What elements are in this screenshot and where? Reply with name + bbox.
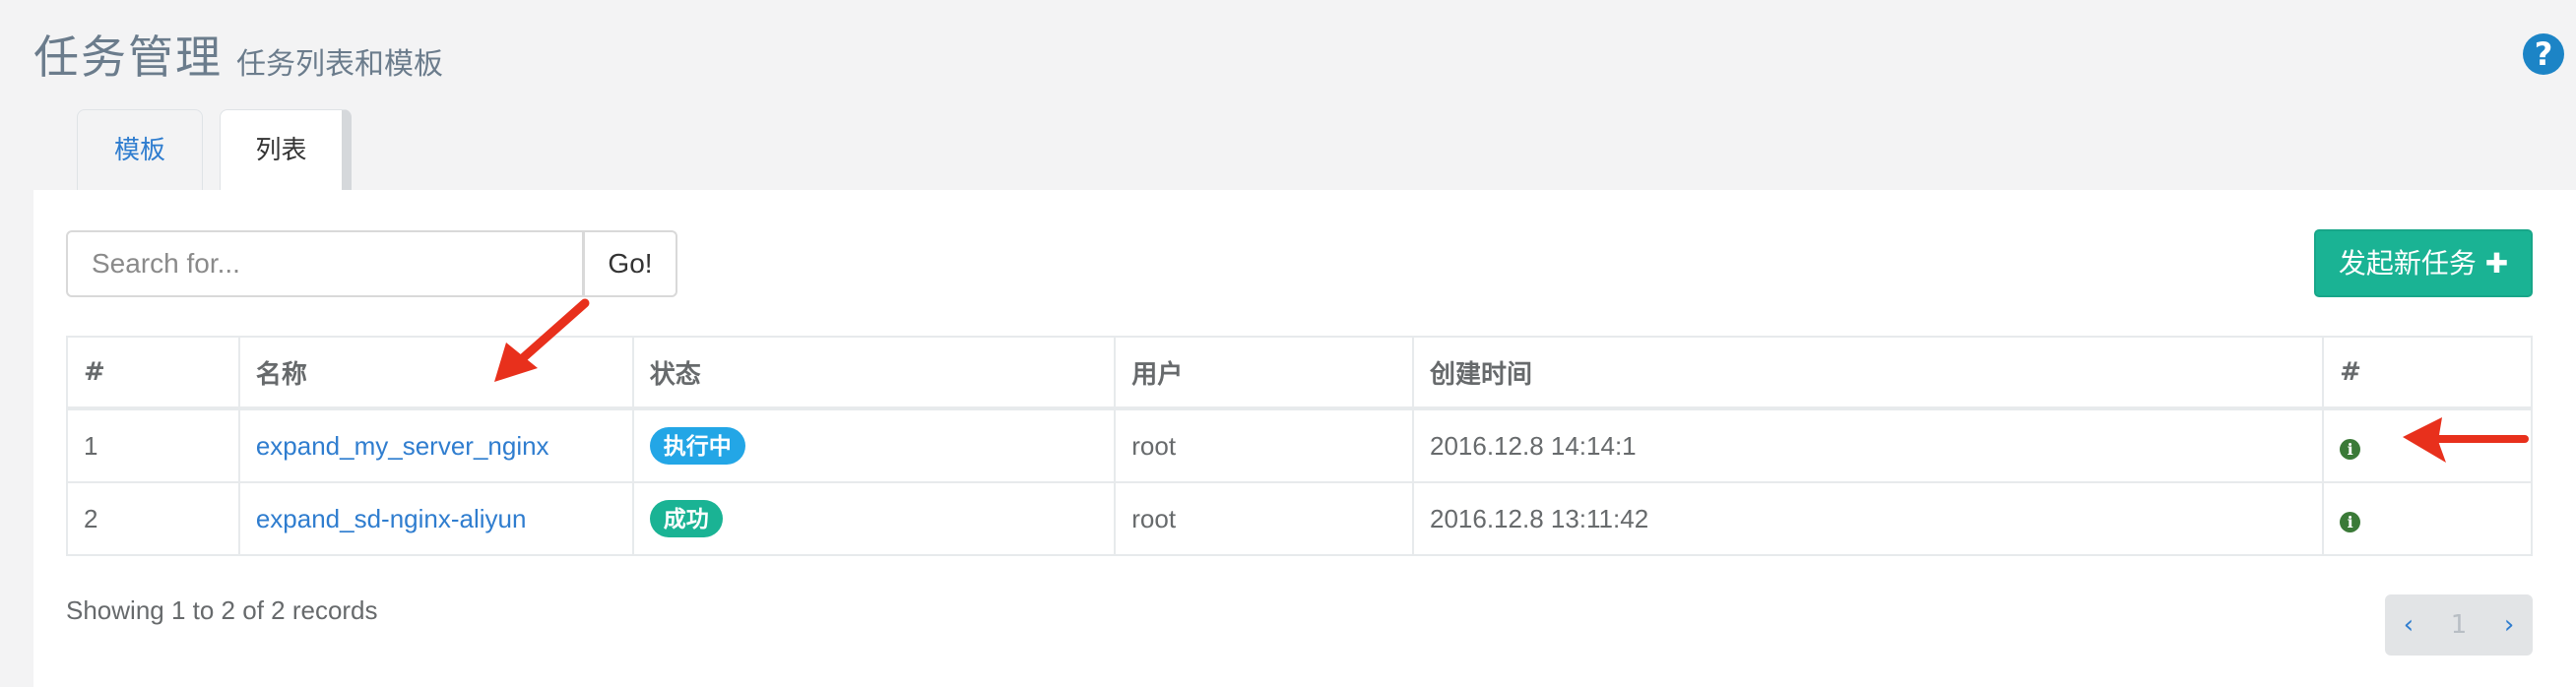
tab-list[interactable]: 列表 [220, 109, 352, 192]
page-title: 任务管理 [33, 31, 223, 84]
help-icon[interactable]: ? [2523, 33, 2564, 75]
annotation-arrow-right-icon [2403, 417, 2529, 463]
current-page[interactable]: 1 [2451, 610, 2468, 640]
info-icon[interactable]: i [2340, 438, 2361, 460]
task-table: # 名称 状态 用户 创建时间 # 1 expand_my_server_ngi… [66, 336, 2533, 556]
tab-template[interactable]: 模板 [77, 109, 203, 190]
column-header-user[interactable]: 用户 [1114, 336, 1414, 410]
records-summary: Showing 1 to 2 of 2 records [66, 595, 378, 625]
row-id: 2 [66, 481, 240, 556]
task-name-link[interactable]: expand_my_server_nginx [256, 431, 549, 461]
tab-list-label: 列表 [255, 136, 307, 165]
prev-page-button[interactable]: ‹ [2404, 610, 2414, 640]
row-id: 1 [66, 407, 240, 483]
annotation-arrow-left-icon [494, 298, 590, 382]
tab-template-label: 模板 [113, 136, 165, 165]
row-created: 2016.12.8 14:14:1 [1411, 407, 2325, 483]
search-input[interactable] [66, 230, 584, 297]
row-created: 2016.12.8 13:11:42 [1411, 481, 2325, 556]
go-button[interactable]: Go! [583, 230, 677, 297]
row-user: root [1114, 407, 1414, 483]
pagination: ‹ 1 › [2385, 594, 2533, 656]
column-header-id[interactable]: # [66, 336, 240, 410]
next-page-button[interactable]: › [2504, 610, 2514, 640]
row-user: root [1114, 481, 1414, 556]
table-row: 1 expand_my_server_nginx 执行中 root 2016.1… [66, 407, 2533, 483]
table-header-row: # 名称 状态 用户 创建时间 # [66, 336, 2533, 410]
table-row: 2 expand_sd-nginx-aliyun 成功 root 2016.12… [66, 481, 2533, 556]
page-subtitle: 任务列表和模板 [236, 47, 443, 82]
new-task-button[interactable]: 发起新任务 ✚ [2314, 229, 2533, 297]
column-header-created[interactable]: 创建时间 [1411, 336, 2325, 410]
status-badge: 成功 [649, 500, 723, 537]
task-name-link[interactable]: expand_sd-nginx-aliyun [256, 504, 527, 533]
page-header: 任务管理 任务列表和模板 ? 模板 列表 [0, 0, 2576, 192]
status-badge: 执行中 [649, 427, 745, 465]
info-icon[interactable]: i [2340, 511, 2361, 532]
column-header-action: # [2322, 336, 2533, 410]
column-header-status[interactable]: 状态 [631, 336, 1117, 410]
